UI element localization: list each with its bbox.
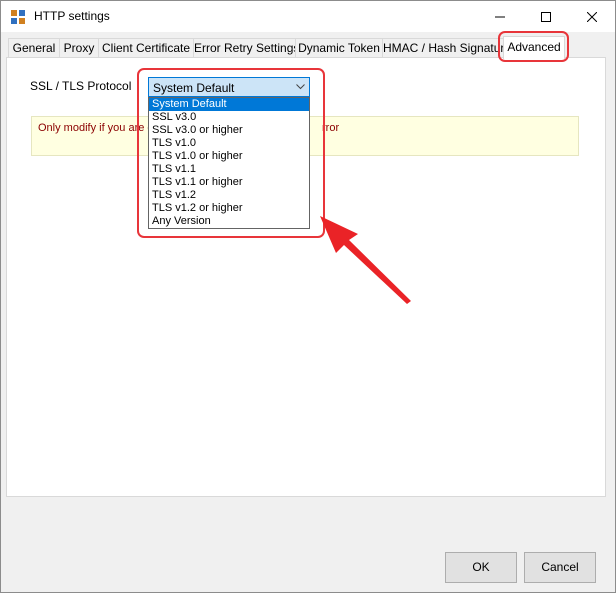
tab-proxy[interactable]: Proxy xyxy=(59,38,99,58)
tab-dynamic-token[interactable]: Dynamic Token xyxy=(295,38,383,58)
ok-button[interactable]: OK xyxy=(445,552,517,583)
close-icon xyxy=(587,11,597,22)
window-title: HTTP settings xyxy=(34,9,110,23)
maximize-button[interactable] xyxy=(523,1,569,32)
tab-hmac-hash-signature[interactable]: HMAC / Hash Signature xyxy=(382,38,504,58)
title-bar[interactable]: HTTP settings xyxy=(1,1,615,32)
tab-general[interactable]: General xyxy=(8,38,60,58)
close-button[interactable] xyxy=(569,1,615,32)
minimize-icon xyxy=(495,16,505,17)
app-icon xyxy=(11,10,25,24)
advanced-tab-highlight-box xyxy=(498,31,569,62)
maximize-icon xyxy=(541,11,551,22)
minimize-button[interactable] xyxy=(477,1,523,32)
dropdown-highlight-box xyxy=(137,68,325,238)
tab-client-certificate[interactable]: Client Certificate xyxy=(98,38,194,58)
cancel-button[interactable]: Cancel xyxy=(524,552,596,583)
tab-error-retry-settings[interactable]: Error Retry Settings xyxy=(193,38,296,58)
ssl-tls-protocol-label: SSL / TLS Protocol xyxy=(30,79,132,93)
red-arrow-icon xyxy=(320,216,411,304)
